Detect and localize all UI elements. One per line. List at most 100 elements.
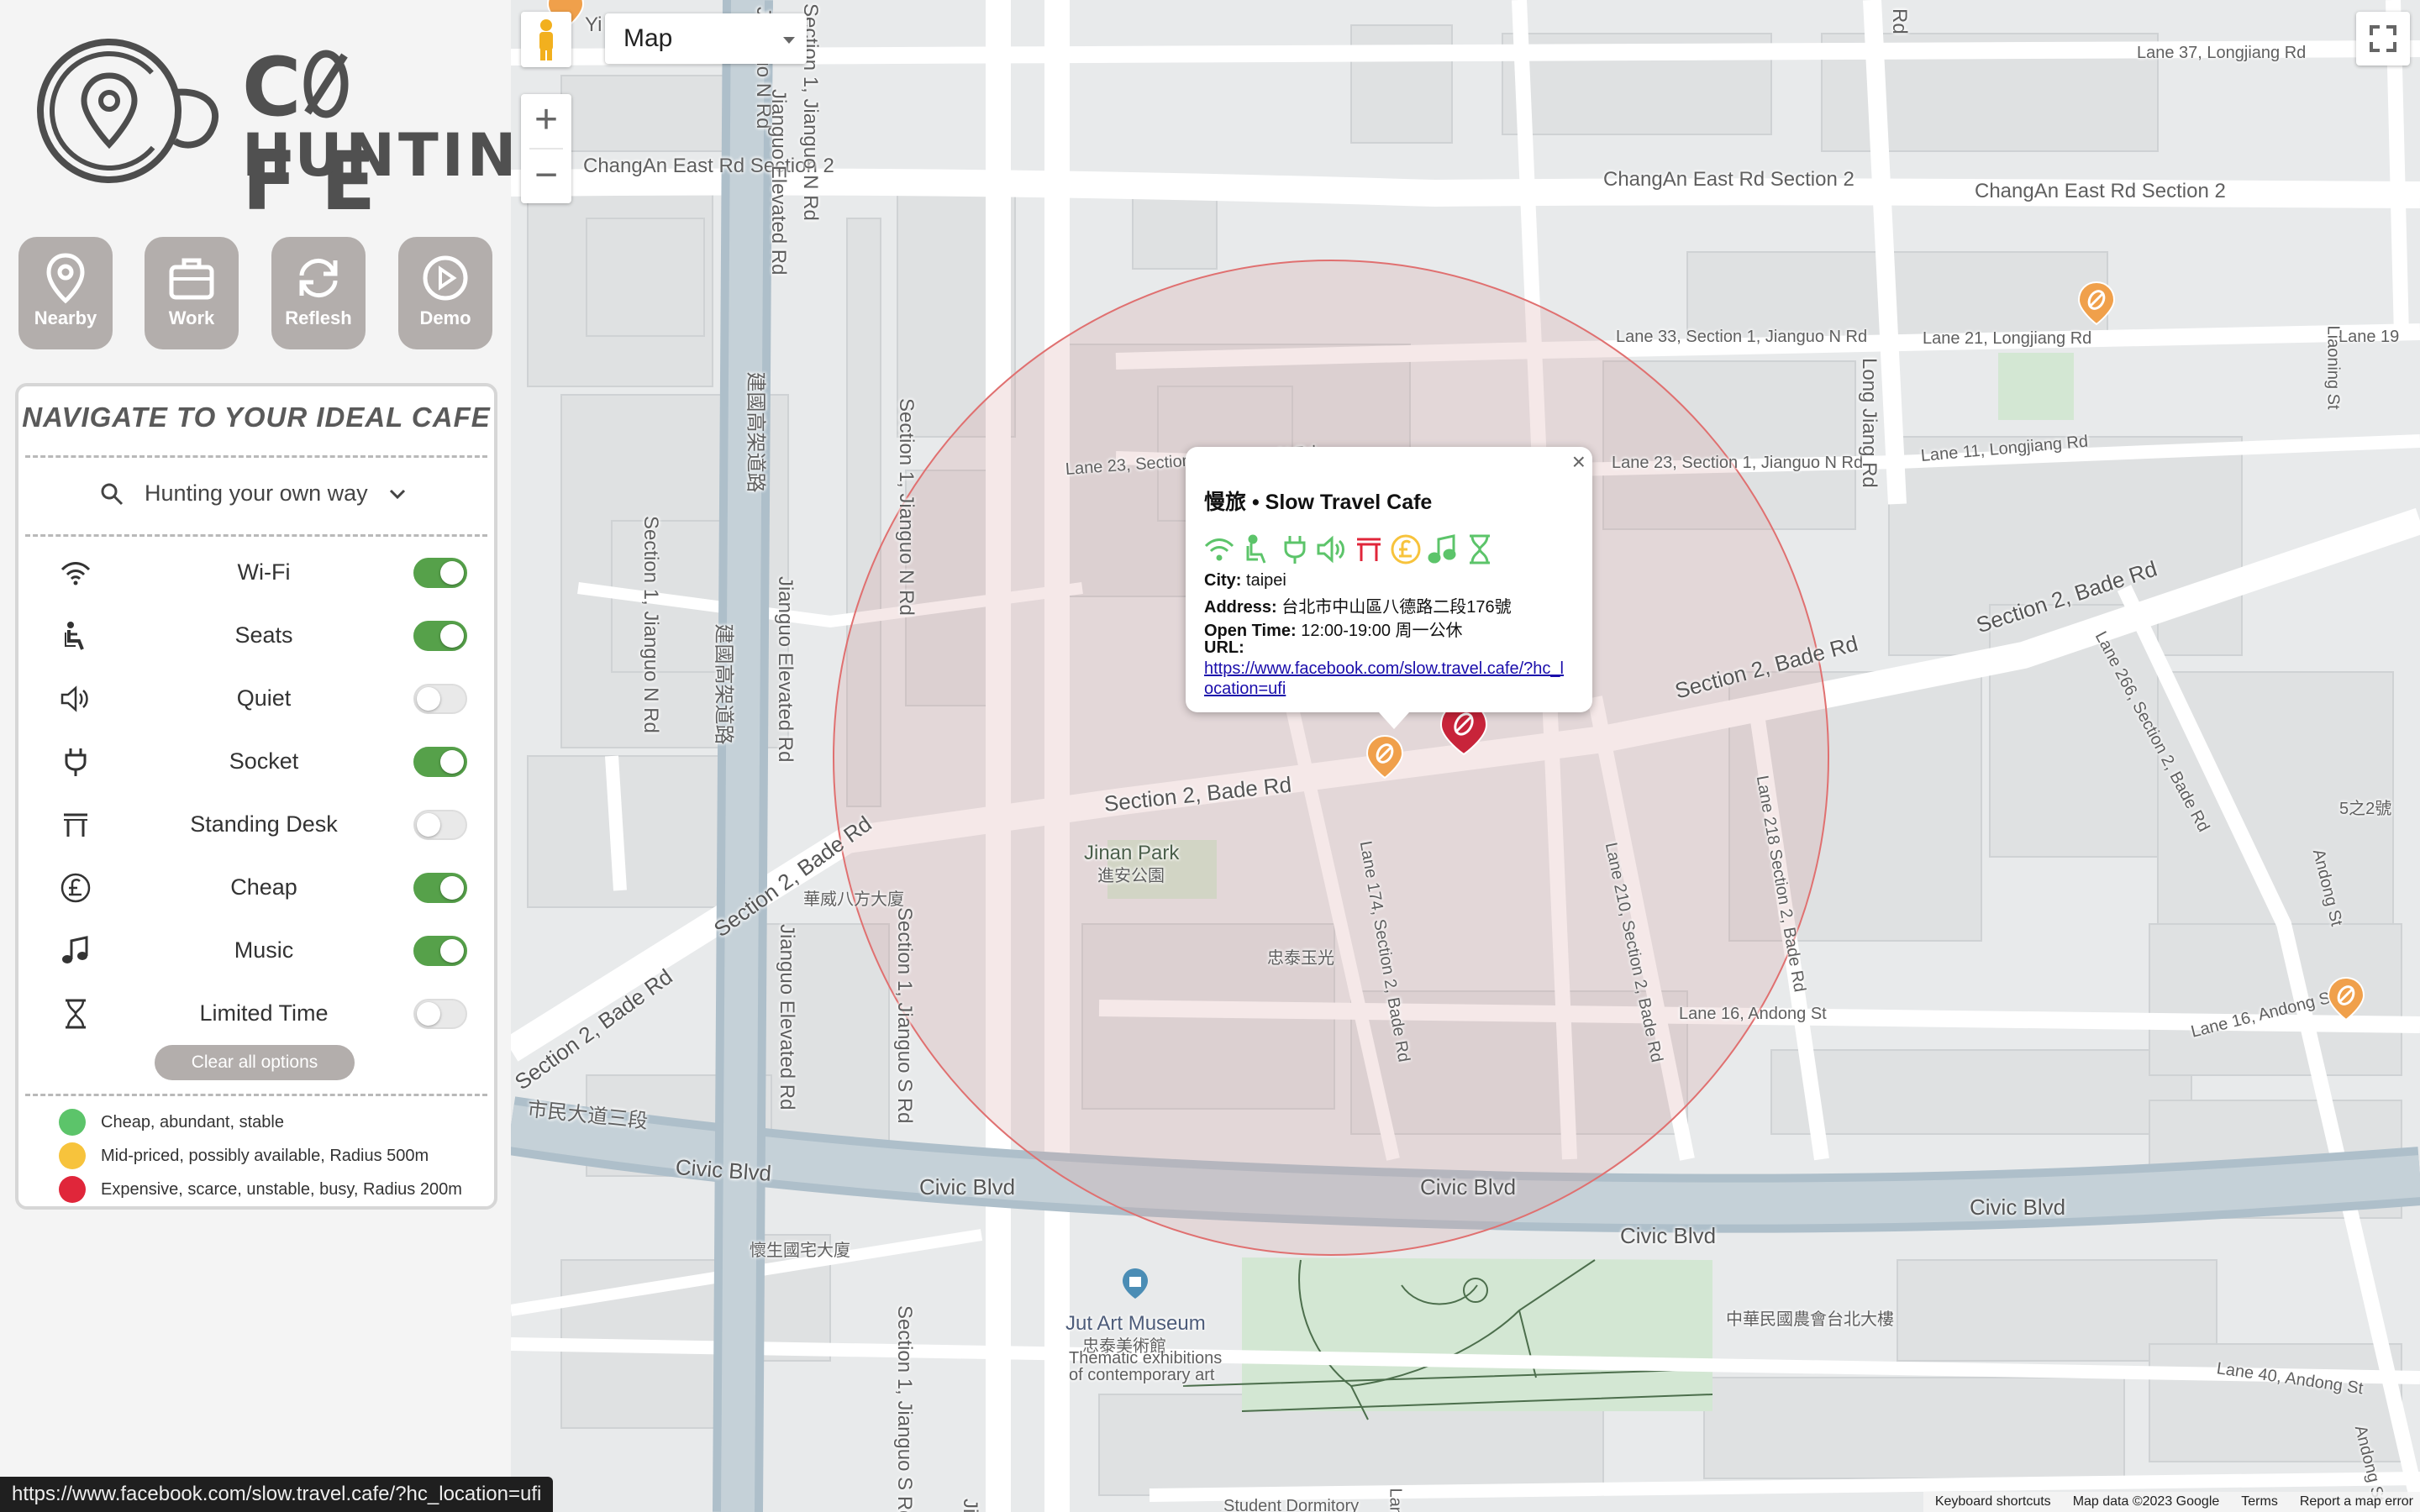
reflesh-label: Reflesh: [285, 307, 352, 328]
street-label: Civic Blvd: [919, 1174, 1016, 1200]
quiet-toggle[interactable]: [413, 684, 467, 714]
street-label: ChangAn East Rd Section 2: [1975, 180, 2226, 202]
legend-text: Mid-priced, possibly available, Radius 5…: [101, 1146, 429, 1165]
chevron-down-icon: [783, 37, 795, 44]
divider: [25, 455, 487, 458]
hourglass-icon: [66, 999, 86, 1029]
feature-label-limited-time: Limited Time: [199, 1000, 329, 1026]
legend-text: Expensive, scarce, unstable, busy, Radiu…: [101, 1179, 462, 1199]
legend-item-cheap: Cheap, abundant, stable: [59, 1107, 284, 1137]
feature-row-standing-desk: Standing Desk: [18, 800, 494, 850]
demo-button[interactable]: Demo: [398, 237, 492, 349]
street-label: Civic Blvd: [1420, 1174, 1517, 1200]
standing-desk-icon: [64, 813, 87, 837]
street-label: Civic Blvd: [1970, 1194, 2066, 1220]
cafe-url-link[interactable]: https://www.facebook.com/slow.travel.caf…: [1204, 659, 1565, 699]
limited-time-toggle[interactable]: [413, 999, 467, 1029]
cafe-marker-icon[interactable]: [2327, 976, 2365, 1021]
location-pin-icon: [46, 253, 85, 304]
cheap-toggle[interactable]: [413, 873, 467, 903]
cafe-marker-icon[interactable]: [1365, 734, 1404, 780]
legend-text: Cheap, abundant, stable: [101, 1112, 284, 1131]
clear-all-button[interactable]: Clear all options: [155, 1045, 355, 1080]
nearby-label: Nearby: [34, 307, 97, 328]
city-row: City: taipei: [1204, 571, 1286, 590]
reflesh-button[interactable]: Reflesh: [271, 237, 366, 349]
wifi-icon: [60, 562, 91, 585]
play-icon: [423, 255, 468, 301]
demo-label: Demo: [419, 307, 471, 328]
address-row: Address: 台北市中山區八德路二段176號: [1204, 598, 1512, 617]
cafe-marker-icon[interactable]: [2077, 281, 2116, 326]
street-label: Lane 23, Section 1, Jianguo N Rd: [1612, 454, 1864, 472]
street-label: ChangAn East Rd Section 2: [583, 155, 834, 177]
plug-icon: [1284, 536, 1306, 564]
map-type-dropdown[interactable]: Map: [605, 13, 807, 64]
cafe-name: 慢旅 • Slow Travel Cafe: [1204, 491, 1433, 514]
seat-icon: [1246, 534, 1266, 564]
map-base: [511, 0, 2420, 1512]
yellow-dot-icon: [59, 1142, 86, 1169]
street-label: Yi: [585, 13, 602, 36]
legend-item-expensive: Expensive, scarce, unstable, busy, Radiu…: [59, 1174, 462, 1205]
zoom-out-button[interactable]: −: [521, 150, 571, 203]
fullscreen-icon: [2370, 25, 2396, 52]
feature-label-cheap: Cheap: [230, 874, 297, 900]
map-footer: Keyboard shortcuts Map data ©2023 Google…: [1923, 1492, 2420, 1512]
street-label: Jianguo Elevated Rd: [776, 924, 798, 1110]
hourglass-icon: [1470, 534, 1490, 564]
red-dot-icon: [59, 1176, 86, 1203]
green-dot-icon: [59, 1109, 86, 1136]
search-icon: [101, 483, 124, 505]
speaker-icon: [60, 685, 88, 712]
street-label: Lane 16, Andong St: [1679, 1005, 1827, 1023]
street-label: Jianguo Elevated Rd: [774, 576, 797, 763]
chevron-down-icon: [389, 489, 405, 499]
refresh-icon: [299, 259, 338, 297]
nearby-button[interactable]: Nearby: [18, 237, 113, 349]
map-canvas[interactable]: ChangAn East Rd Section 2 ChangAn East R…: [511, 0, 2420, 1512]
seats-toggle[interactable]: [413, 621, 467, 651]
legend-item-mid: Mid-priced, possibly available, Radius 5…: [59, 1141, 429, 1171]
street-label: Long Jiang Rd: [1858, 358, 1881, 488]
hunting-dropdown[interactable]: Hunting your own way: [18, 470, 494, 521]
street-label: Jianguo Elevated Rd: [767, 89, 790, 276]
wifi-toggle[interactable]: [413, 558, 467, 588]
standing-desk-toggle[interactable]: [413, 810, 467, 840]
work-button[interactable]: Work: [145, 237, 239, 349]
fullscreen-button[interactable]: [2356, 12, 2410, 66]
poi-label: Student Dormitory: [1223, 1497, 1360, 1512]
street-label: Liaoning St: [2323, 325, 2343, 410]
cafe-info-popup: × 慢旅 • Slow Travel Cafe City: taipei Add…: [1186, 447, 1592, 729]
street-view-pegman[interactable]: [521, 12, 571, 67]
museum-pin-icon[interactable]: [1121, 1267, 1150, 1300]
zoom-in-button[interactable]: +: [521, 94, 571, 148]
keyboard-shortcuts-link[interactable]: Keyboard shortcuts: [1935, 1494, 2051, 1512]
terms-link[interactable]: Terms: [2241, 1494, 2278, 1512]
street-label: 建國高架道路: [712, 623, 735, 745]
navigator-title: NAVIGATE TO YOUR IDEAL CAFE: [22, 402, 491, 433]
zoom-control: + −: [521, 94, 571, 203]
pound-coin-icon: [60, 873, 91, 903]
feature-row-music: Music: [18, 926, 494, 976]
feature-row-limited-time: Limited Time: [18, 989, 494, 1039]
report-error-link[interactable]: Report a map error: [2300, 1494, 2413, 1512]
feature-label-standing-desk: Standing Desk: [190, 811, 338, 837]
socket-toggle[interactable]: [413, 747, 467, 777]
open-time-row: Open Time: 12:00-19:00 周一公休: [1204, 622, 1463, 640]
music-toggle[interactable]: [413, 936, 467, 966]
street-label: Lane 21, Longjiang Rd: [1923, 329, 2092, 348]
feature-row-seats: Seats: [18, 611, 494, 661]
map-type-label: Map: [623, 24, 673, 52]
street-label: Lane 37, Longjiang Rd: [2137, 44, 2307, 62]
feature-row-wifi: Wi-Fi: [18, 548, 494, 598]
divider: [25, 534, 487, 537]
navigator-panel: NAVIGATE TO YOUR IDEAL CAFE Hunting your…: [15, 383, 497, 1210]
park-label: 進安公園: [1097, 867, 1165, 885]
browser-status-url: https://www.facebook.com/slow.travel.caf…: [0, 1477, 554, 1512]
street-label: 建國高架道路: [744, 371, 767, 493]
street-label: Ji: [959, 1499, 981, 1512]
close-icon[interactable]: ×: [1572, 449, 1586, 475]
music-note-icon: [62, 936, 88, 963]
feature-label-socket: Socket: [229, 748, 299, 774]
